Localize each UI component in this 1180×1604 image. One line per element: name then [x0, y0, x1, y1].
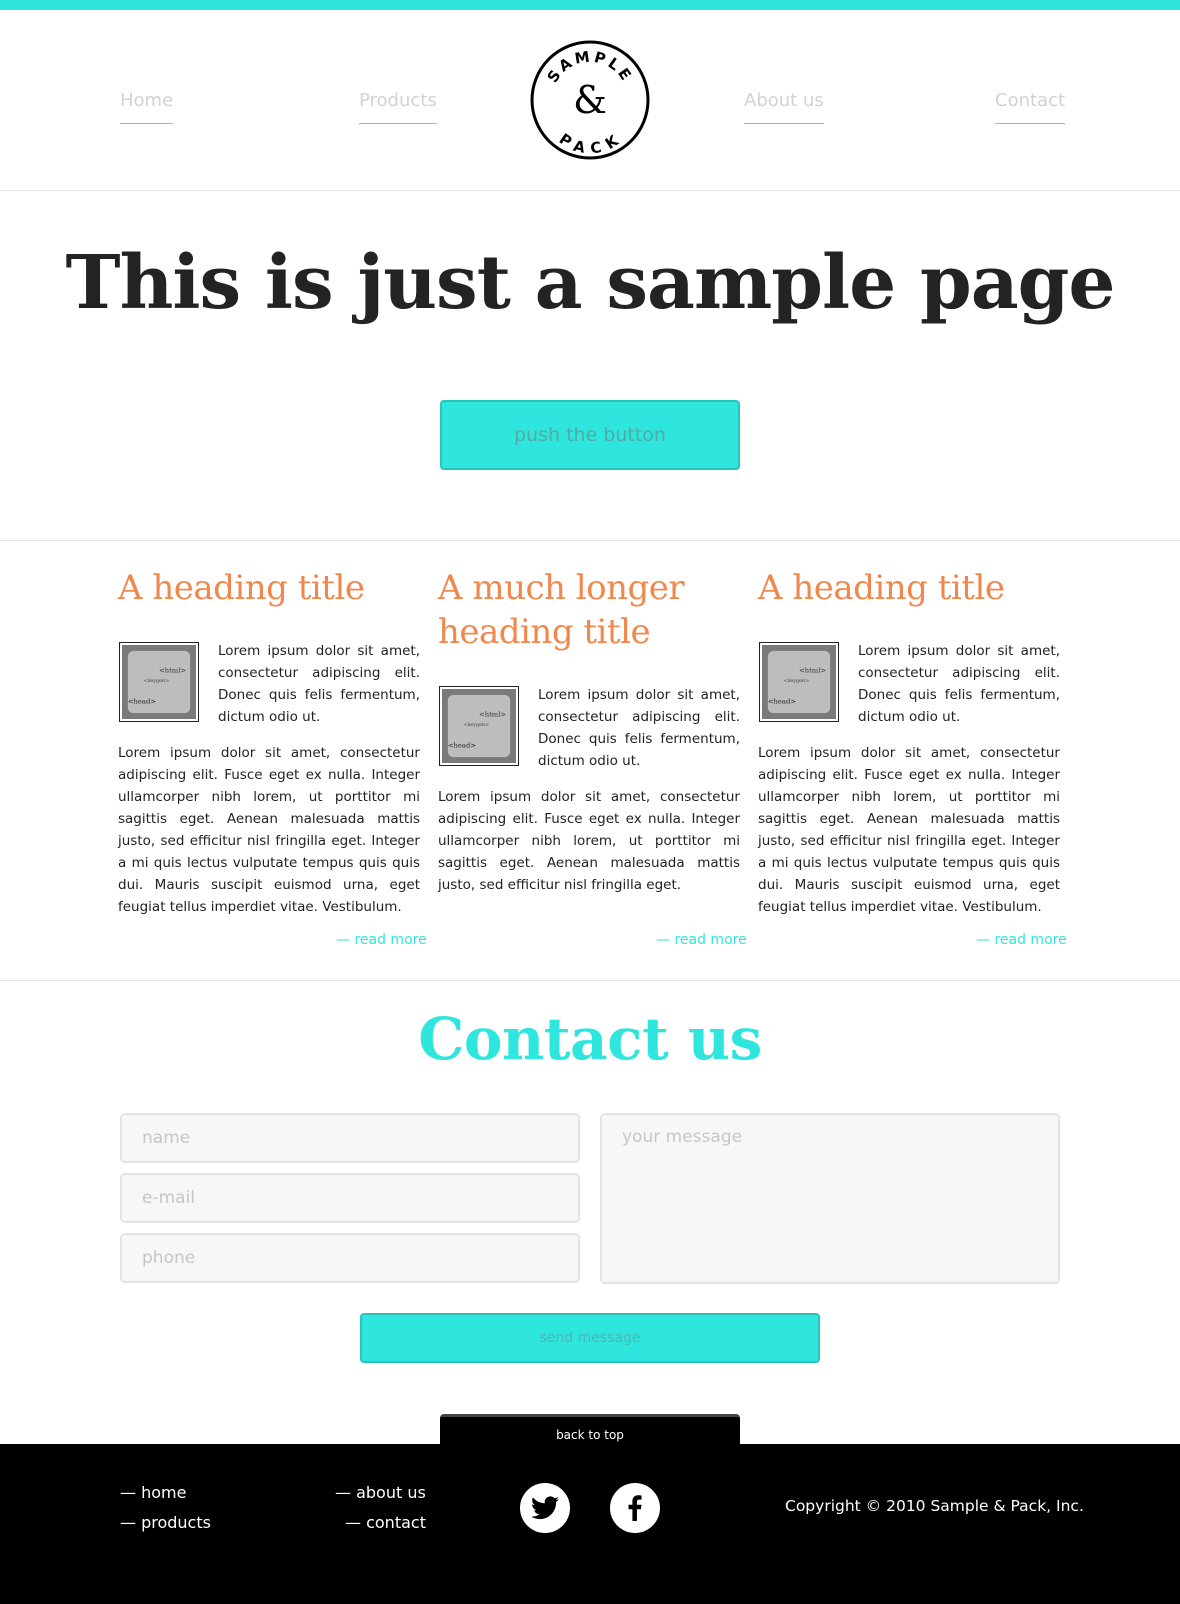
svg-text:<keygen>: <keygen>: [463, 722, 489, 728]
read-more-link-1[interactable]: — read more: [336, 932, 427, 948]
svg-text:<html>: <html>: [799, 666, 826, 674]
svg-text:<keygen>: <keygen>: [143, 678, 169, 684]
phone-field[interactable]: [120, 1233, 580, 1283]
svg-text:<html>: <html>: [479, 710, 506, 718]
svg-text:<head>: <head>: [128, 697, 156, 705]
twitter-button[interactable]: [520, 1483, 570, 1533]
read-more-link-2[interactable]: — read more: [656, 932, 747, 948]
message-field[interactable]: [600, 1113, 1060, 1284]
facebook-icon: [628, 1495, 642, 1521]
column-heading: A heading title: [118, 568, 365, 608]
svg-text:<head>: <head>: [768, 697, 796, 705]
section-divider: [0, 980, 1180, 981]
column-heading: A heading title: [758, 568, 1005, 608]
svg-text:<head>: <head>: [448, 741, 476, 749]
column-intro: Lorem ipsum dolor sit amet, consectetur …: [538, 687, 740, 769]
send-message-button[interactable]: send message: [360, 1313, 820, 1363]
nav-about[interactable]: About us: [744, 90, 824, 124]
article-column-1: A heading title <html> <keygen> <head> L…: [118, 566, 420, 918]
thumbnail-image: <html> <keygen> <head>: [439, 686, 519, 766]
site-header: Home Products SAMPLE & PACK About us Con…: [0, 10, 1180, 191]
logo[interactable]: SAMPLE & PACK: [530, 40, 650, 160]
section-divider: [0, 540, 1180, 541]
footer-link-contact[interactable]: — contact: [345, 1513, 426, 1532]
thumbnail-image: <html> <keygen> <head>: [119, 642, 199, 722]
svg-text:<keygen>: <keygen>: [783, 678, 809, 684]
footer-link-about[interactable]: — about us: [335, 1483, 426, 1502]
push-button[interactable]: push the button: [440, 400, 740, 470]
copyright-text: Copyright © 2010 Sample & Pack, Inc.: [785, 1497, 1084, 1515]
name-field[interactable]: [120, 1113, 580, 1163]
back-to-top-button[interactable]: back to top: [440, 1414, 740, 1446]
nav-contact[interactable]: Contact: [995, 90, 1066, 124]
logo-ampersand: &: [573, 78, 607, 122]
column-intro: Lorem ipsum dolor sit amet, consectetur …: [858, 643, 1060, 725]
column-body: Lorem ipsum dolor sit amet, consectetur …: [118, 745, 420, 915]
footer-link-home[interactable]: — home: [120, 1483, 186, 1502]
email-field[interactable]: [120, 1173, 580, 1223]
read-more-link-3[interactable]: — read more: [976, 932, 1067, 948]
column-body: Lorem ipsum dolor sit amet, consectetur …: [758, 745, 1060, 915]
svg-text:<html>: <html>: [159, 666, 186, 674]
article-column-2: A much longer heading title <html> <keyg…: [438, 566, 740, 896]
article-column-3: A heading title <html> <keygen> <head> L…: [758, 566, 1060, 918]
contact-title: Contact us: [418, 1005, 762, 1073]
nav-home[interactable]: Home: [120, 90, 174, 124]
column-body: Lorem ipsum dolor sit amet, consectetur …: [438, 789, 740, 893]
facebook-button[interactable]: [610, 1483, 660, 1533]
column-intro: Lorem ipsum dolor sit amet, consectetur …: [218, 643, 420, 725]
top-accent-bar: [0, 0, 1180, 10]
column-heading: A much longer heading title: [438, 568, 685, 652]
twitter-icon: [531, 1496, 559, 1520]
thumbnail-image: <html> <keygen> <head>: [759, 642, 839, 722]
nav-products[interactable]: Products: [359, 90, 437, 124]
page-title: This is just a sample page: [65, 240, 1116, 326]
footer-link-products[interactable]: — products: [120, 1513, 211, 1532]
